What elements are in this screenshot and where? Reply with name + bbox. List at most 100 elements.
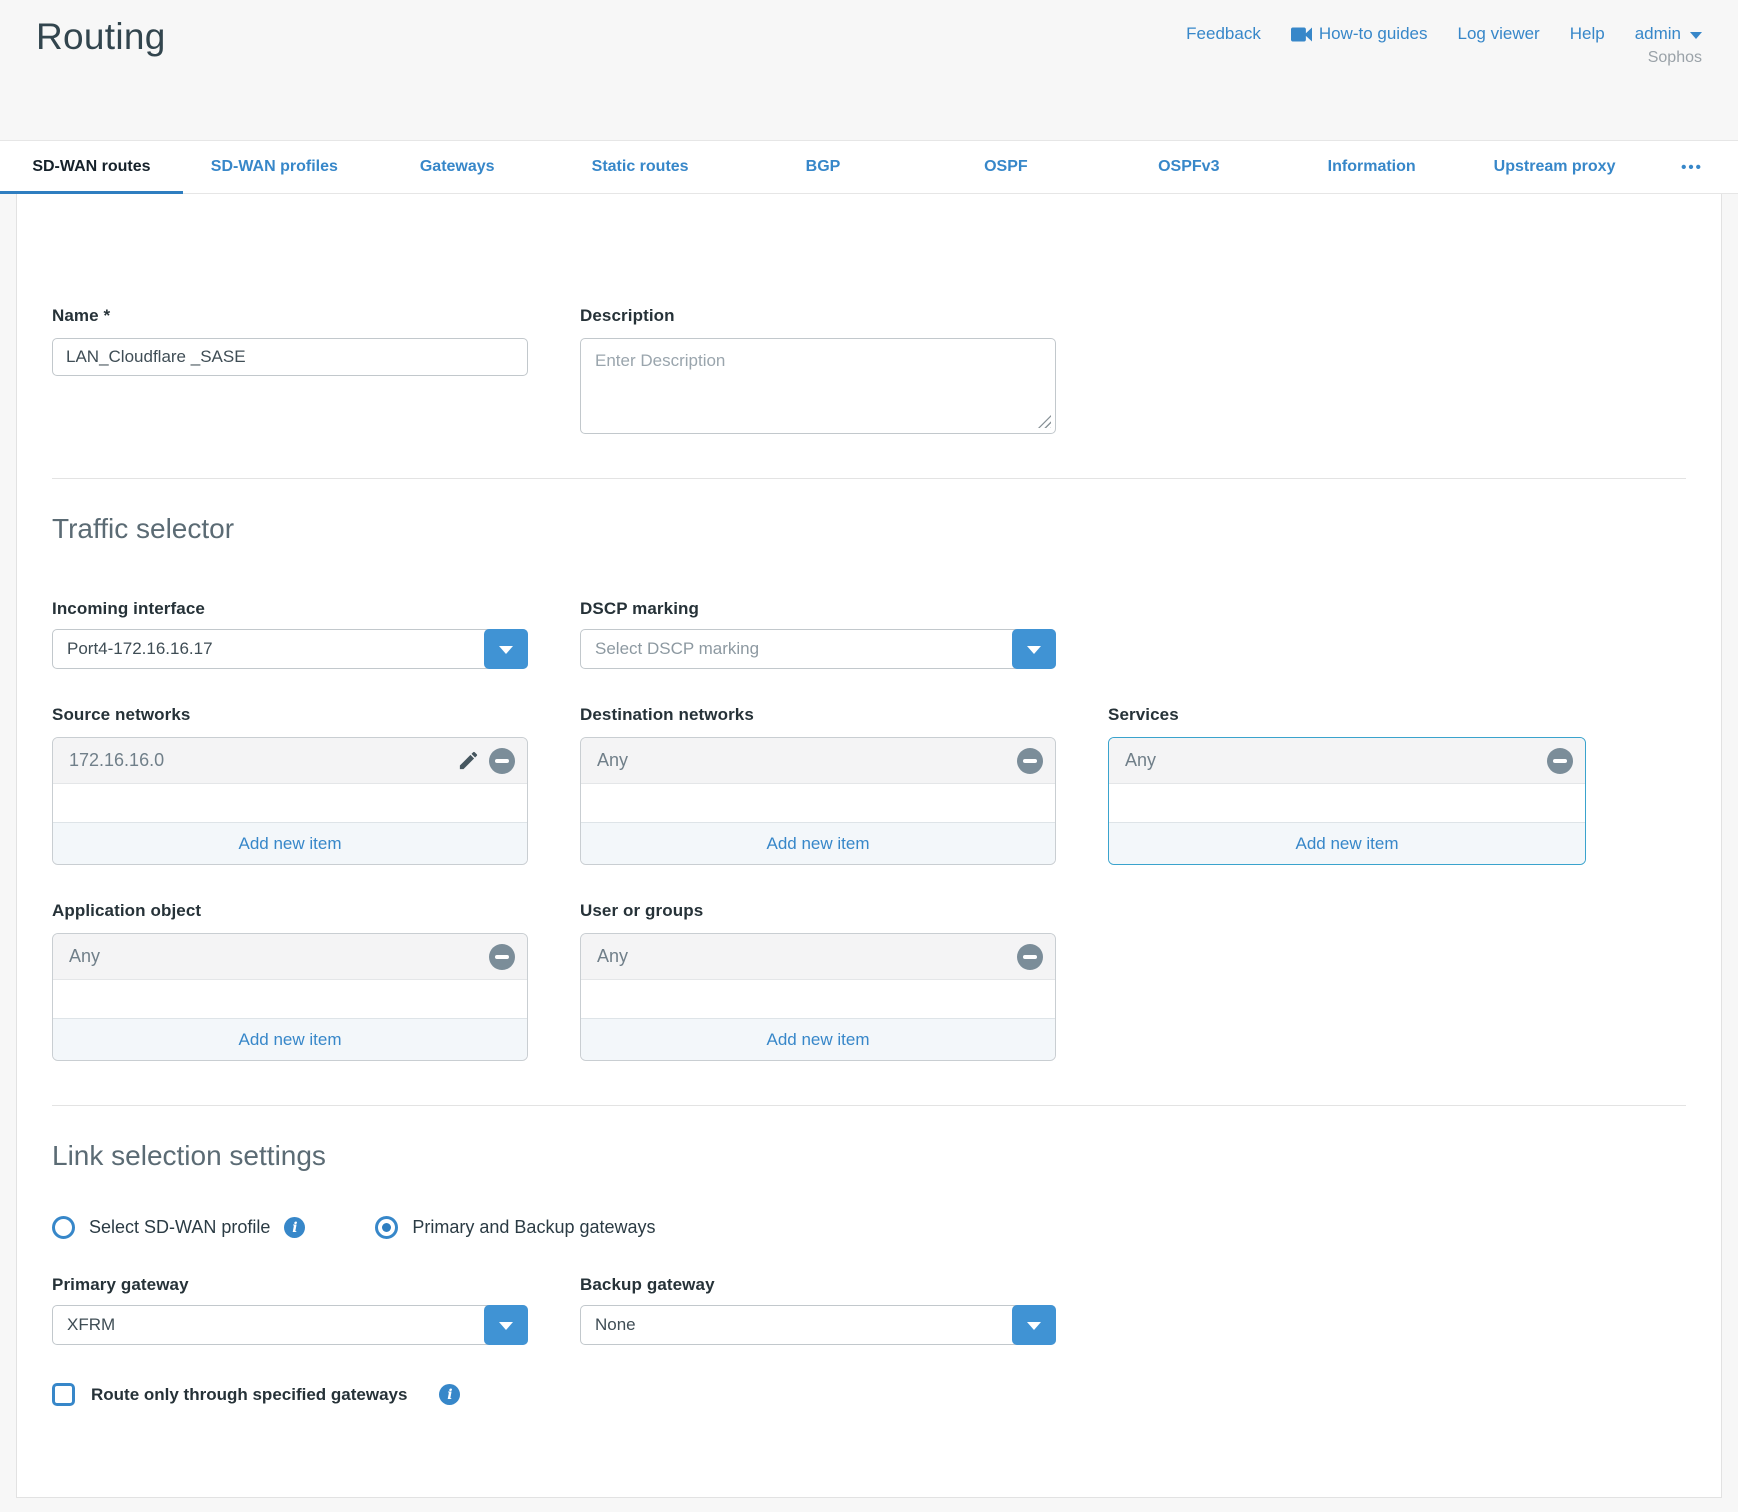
tab-bgp[interactable]: BGP [732, 141, 915, 193]
incoming-interface-group: Incoming interface Port4-172.16.16.17 [52, 599, 528, 669]
add-new-item-button[interactable]: Add new item [53, 822, 527, 864]
services-group: Services Any Add new item [1108, 705, 1586, 865]
tab-upstream-proxy[interactable]: Upstream proxy [1463, 141, 1646, 193]
primary-gateway-select[interactable]: XFRM [52, 1305, 528, 1345]
user-or-groups-listbox: Any Add new item [580, 933, 1056, 1061]
chevron-down-icon[interactable] [1012, 1305, 1056, 1345]
chevron-down-icon[interactable] [484, 1305, 528, 1345]
gateways-row: Primary gateway XFRM Backup gateway None [52, 1275, 1686, 1345]
source-networks-label: Source networks [52, 705, 528, 725]
primary-gateway-label: Primary gateway [52, 1275, 528, 1295]
description-field-group: Description [580, 306, 1056, 434]
pencil-icon[interactable] [457, 749, 480, 772]
networks-row: Source networks 172.16.16.0 Add new item [52, 705, 1686, 865]
minus-circle-icon[interactable] [489, 944, 515, 970]
route-only-checkbox[interactable] [52, 1383, 75, 1406]
tab-sdwan-profiles[interactable]: SD-WAN profiles [183, 141, 366, 193]
sdwan-route-form-panel: Name * Description Traffic selector Inco… [16, 194, 1722, 1498]
minus-circle-icon[interactable] [489, 748, 515, 774]
divider [52, 478, 1686, 479]
name-description-row: Name * Description [52, 306, 1686, 434]
backup-gateway-group: Backup gateway None [580, 1275, 1056, 1345]
required-mark: * [104, 306, 111, 325]
listbox-empty-area [53, 980, 527, 1018]
feedback-link[interactable]: Feedback [1186, 24, 1261, 44]
radio-checked-icon [375, 1216, 398, 1239]
tab-ospf[interactable]: OSPF [914, 141, 1097, 193]
tab-sdwan-routes[interactable]: SD-WAN routes [0, 141, 183, 193]
link-selection-radios: Select SD-WAN profile i Primary and Back… [52, 1216, 1686, 1239]
tab-bar: SD-WAN routes SD-WAN profiles Gateways S… [0, 140, 1738, 194]
add-new-item-button[interactable]: Add new item [1109, 822, 1585, 864]
dscp-marking-group: DSCP marking Select DSCP marking [580, 599, 1056, 669]
add-new-item-button[interactable]: Add new item [581, 822, 1055, 864]
top-nav: Feedback How-to guides Log viewer Help a… [1186, 24, 1702, 44]
name-input[interactable] [52, 338, 528, 376]
caret-down-icon [1690, 32, 1702, 39]
tab-information[interactable]: Information [1280, 141, 1463, 193]
radio-primary-backup-gateways[interactable]: Primary and Backup gateways [375, 1216, 655, 1239]
video-camera-icon [1291, 27, 1312, 42]
tab-static-routes[interactable]: Static routes [549, 141, 732, 193]
info-icon[interactable]: i [439, 1384, 460, 1405]
route-only-label: Route only through specified gateways [91, 1385, 407, 1405]
help-link[interactable]: Help [1570, 24, 1605, 44]
user-menu[interactable]: admin [1635, 24, 1702, 44]
application-object-listbox: Any Add new item [52, 933, 528, 1061]
app-users-row: Application object Any Add new item User… [52, 901, 1686, 1061]
more-tabs-button[interactable]: ••• [1646, 141, 1738, 193]
services-listbox: Any Add new item [1108, 737, 1586, 865]
destination-networks-listbox: Any Add new item [580, 737, 1056, 865]
listbox-empty-area [581, 784, 1055, 822]
services-label: Services [1108, 705, 1586, 725]
destination-networks-label: Destination networks [580, 705, 1056, 725]
destination-networks-group: Destination networks Any Add new item [580, 705, 1056, 865]
divider [52, 1105, 1686, 1106]
description-textarea[interactable] [580, 338, 1056, 434]
link-selection-heading: Link selection settings [52, 1140, 1686, 1172]
minus-circle-icon[interactable] [1017, 944, 1043, 970]
listbox-empty-area [1109, 784, 1585, 822]
add-new-item-button[interactable]: Add new item [53, 1018, 527, 1060]
primary-gateway-group: Primary gateway XFRM [52, 1275, 528, 1345]
list-item: Any [1109, 738, 1585, 784]
backup-gateway-label: Backup gateway [580, 1275, 1056, 1295]
listbox-empty-area [581, 980, 1055, 1018]
chevron-down-icon[interactable] [484, 629, 528, 669]
source-networks-listbox: 172.16.16.0 Add new item [52, 737, 528, 865]
minus-circle-icon[interactable] [1017, 748, 1043, 774]
user-or-groups-group: User or groups Any Add new item [580, 901, 1056, 1061]
name-field-group: Name * [52, 306, 528, 376]
tab-gateways[interactable]: Gateways [366, 141, 549, 193]
list-item: Any [581, 934, 1055, 980]
incoming-interface-label: Incoming interface [52, 599, 528, 619]
list-item: 172.16.16.0 [53, 738, 527, 784]
tab-ospfv3[interactable]: OSPFv3 [1097, 141, 1280, 193]
listbox-empty-area [53, 784, 527, 822]
info-icon[interactable]: i [284, 1217, 305, 1238]
log-viewer-link[interactable]: Log viewer [1458, 24, 1540, 44]
application-object-label: Application object [52, 901, 528, 921]
source-networks-group: Source networks 172.16.16.0 Add new item [52, 705, 528, 865]
page-header: Routing Feedback How-to guides Log viewe… [0, 0, 1738, 140]
chevron-down-icon[interactable] [1012, 629, 1056, 669]
dscp-marking-select[interactable]: Select DSCP marking [580, 629, 1056, 669]
route-only-row: Route only through specified gateways i [52, 1383, 1686, 1406]
list-item: Any [581, 738, 1055, 784]
header-right: Feedback How-to guides Log viewer Help a… [1186, 16, 1702, 67]
list-item: Any [53, 934, 527, 980]
backup-gateway-select[interactable]: None [580, 1305, 1056, 1345]
incoming-interface-select[interactable]: Port4-172.16.16.17 [52, 629, 528, 669]
application-object-group: Application object Any Add new item [52, 901, 528, 1061]
radio-select-sdwan-profile[interactable]: Select SD-WAN profile i [52, 1216, 305, 1239]
traffic-selector-heading: Traffic selector [52, 513, 1686, 545]
name-label: Name * [52, 306, 528, 326]
add-new-item-button[interactable]: Add new item [581, 1018, 1055, 1060]
description-label: Description [580, 306, 1056, 326]
howto-guides-link[interactable]: How-to guides [1291, 24, 1428, 44]
interface-dscp-row: Incoming interface Port4-172.16.16.17 DS… [52, 599, 1686, 669]
page-title: Routing [36, 16, 166, 58]
minus-circle-icon[interactable] [1547, 748, 1573, 774]
org-label: Sophos [1186, 49, 1702, 67]
user-or-groups-label: User or groups [580, 901, 1056, 921]
